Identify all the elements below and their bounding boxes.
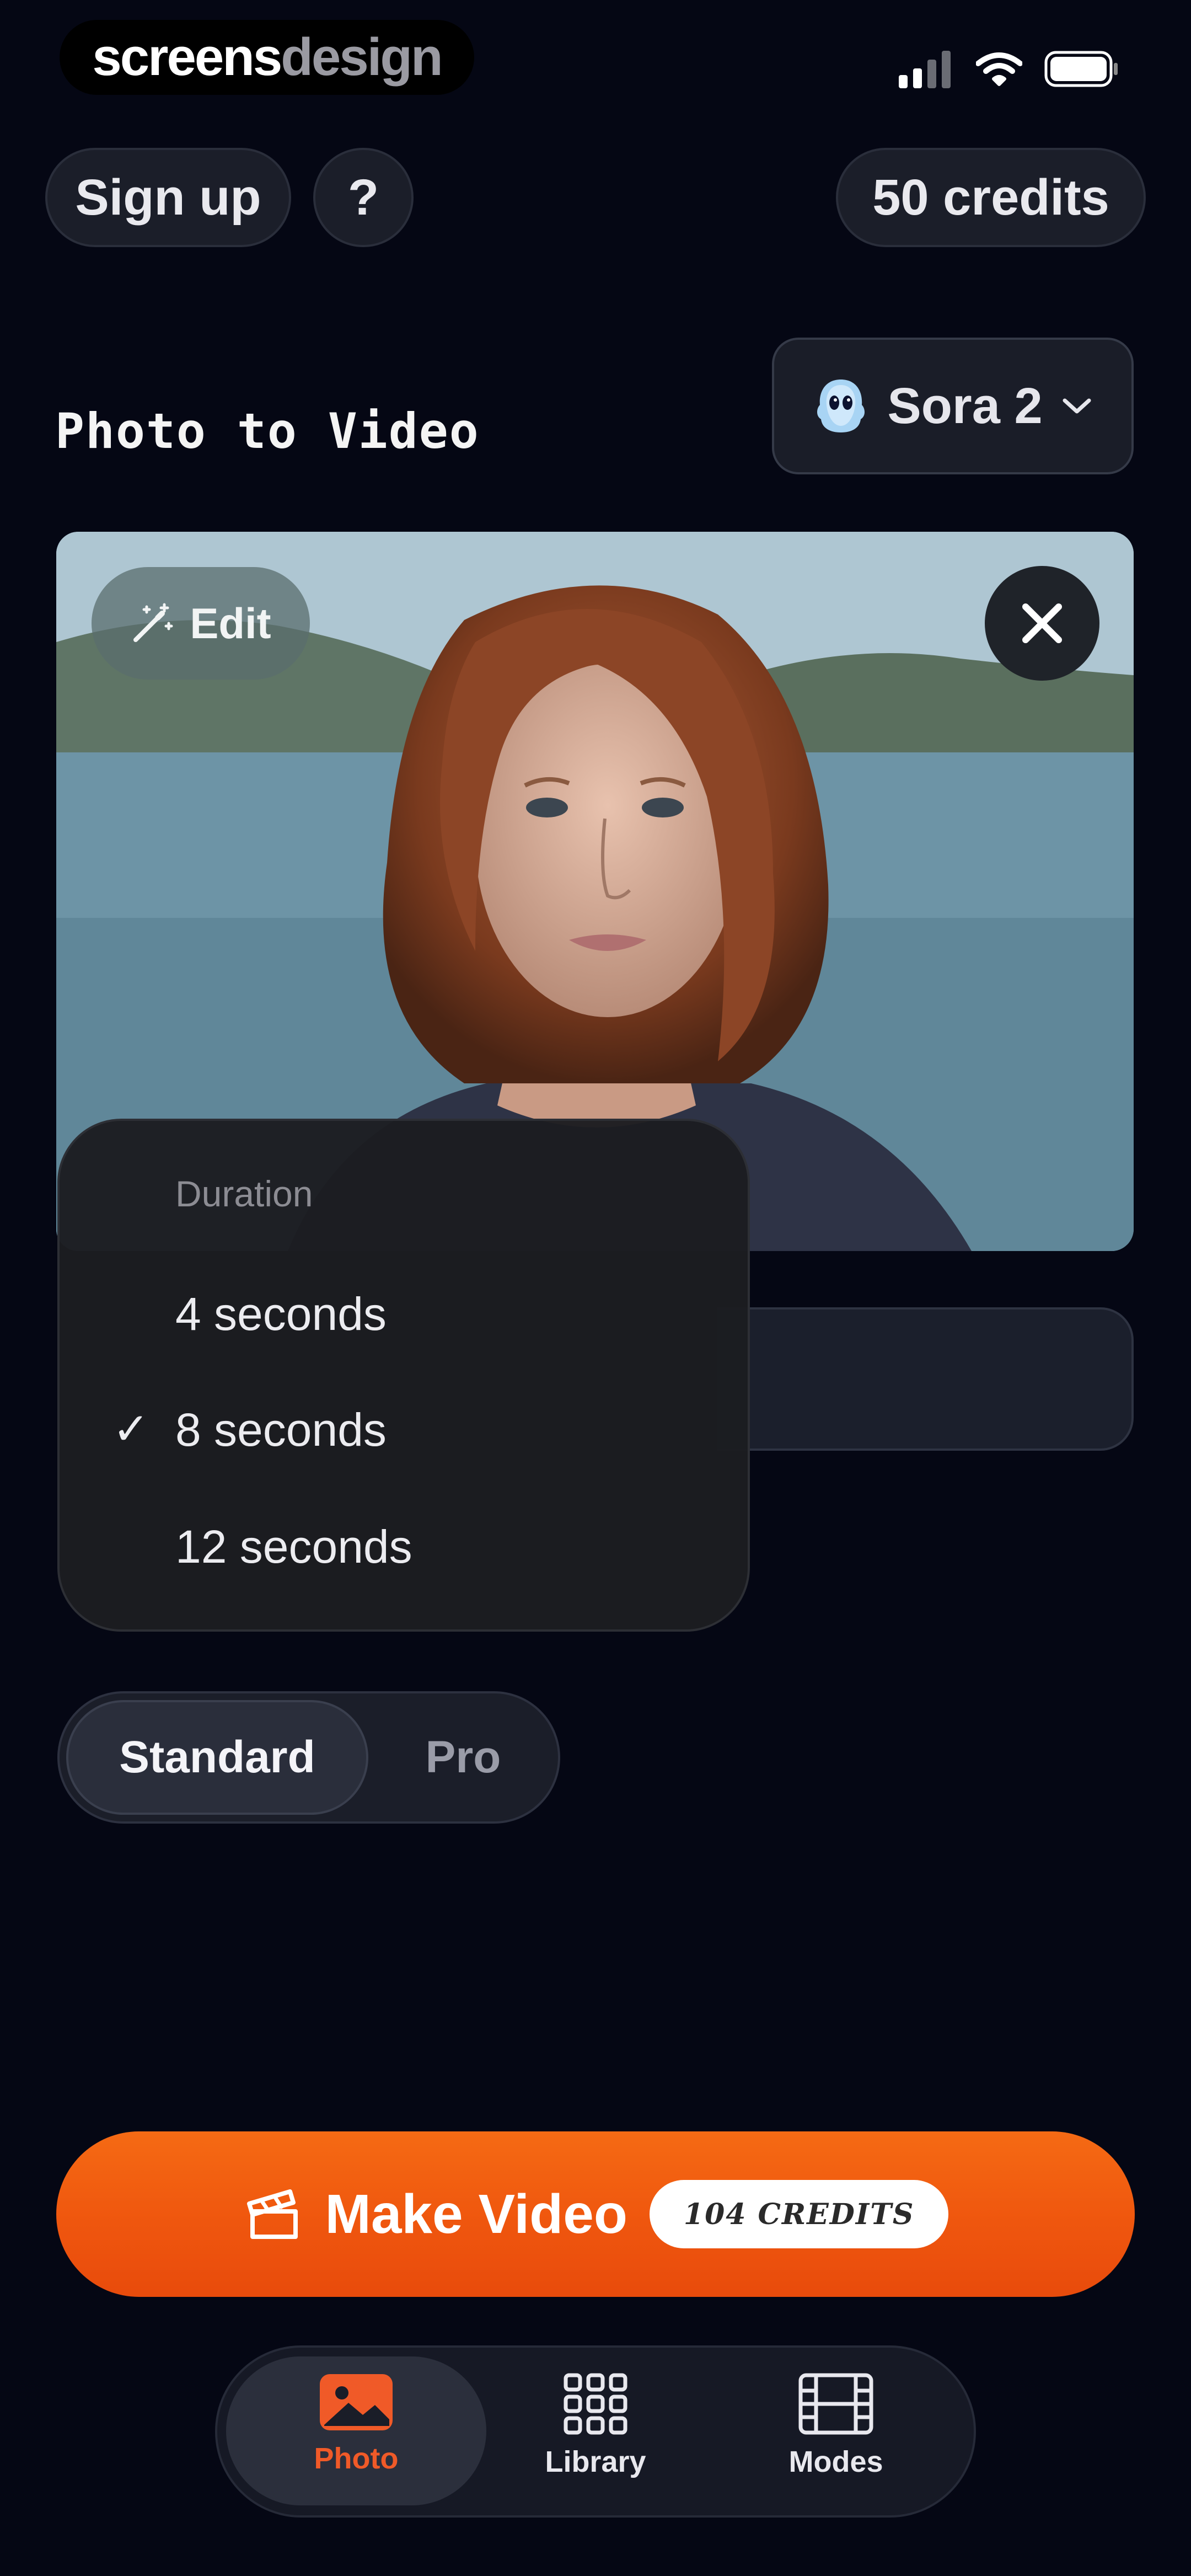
cellular-signal-icon	[899, 51, 951, 88]
wifi-icon	[976, 52, 1022, 86]
chevron-down-icon	[1063, 398, 1091, 414]
duration-option-8s[interactable]: 8 seconds	[175, 1403, 387, 1457]
remove-photo-button[interactable]	[985, 566, 1099, 681]
status-icons	[899, 44, 1119, 94]
tab-photo-label: Photo	[314, 2442, 399, 2475]
checkmark-icon: ✓	[112, 1404, 150, 1453]
close-icon	[1022, 603, 1062, 643]
model-label: Sora 2	[887, 377, 1043, 434]
help-button[interactable]: ?	[313, 148, 414, 247]
clapperboard-icon	[246, 2189, 298, 2239]
brand-text-screens: screens	[92, 28, 282, 87]
duration-menu-heading: Duration	[175, 1173, 313, 1214]
quality-option-standard[interactable]: Standard	[66, 1700, 368, 1815]
grid-icon	[564, 2373, 627, 2435]
film-icon	[798, 2373, 873, 2435]
page-title: Photo to Video	[55, 403, 480, 459]
tab-library[interactable]: Library	[485, 2372, 706, 2504]
quality-option-pro[interactable]: Pro	[380, 1700, 546, 1815]
brand-text-design: design	[281, 28, 443, 87]
prompt-field[interactable]	[717, 1307, 1134, 1451]
credit-cost-badge: 104 CREDITS	[649, 2180, 949, 2248]
magic-wand-icon	[133, 603, 173, 642]
sign-up-button[interactable]: Sign up	[45, 148, 291, 247]
model-selector[interactable]: Sora 2	[772, 338, 1134, 474]
make-video-button[interactable]: Make Video 104 CREDITS	[56, 2131, 1135, 2297]
tab-library-label: Library	[545, 2445, 646, 2478]
edit-photo-button[interactable]: Edit	[92, 567, 310, 680]
brand-logo: screens design	[60, 20, 474, 95]
tab-modes[interactable]: Modes	[726, 2372, 946, 2504]
photo-icon	[320, 2374, 393, 2430]
duration-option-12s[interactable]: 12 seconds	[175, 1520, 412, 1574]
duration-option-4s[interactable]: 4 seconds	[175, 1287, 387, 1341]
edit-label: Edit	[190, 598, 271, 648]
ghost-mascot-icon	[817, 380, 865, 432]
tab-modes-label: Modes	[788, 2445, 883, 2478]
make-video-label: Make Video	[325, 2183, 627, 2245]
battery-icon	[1044, 51, 1118, 87]
tab-photo[interactable]: Photo	[246, 2372, 466, 2504]
credits-button[interactable]: 50 credits	[836, 148, 1146, 247]
